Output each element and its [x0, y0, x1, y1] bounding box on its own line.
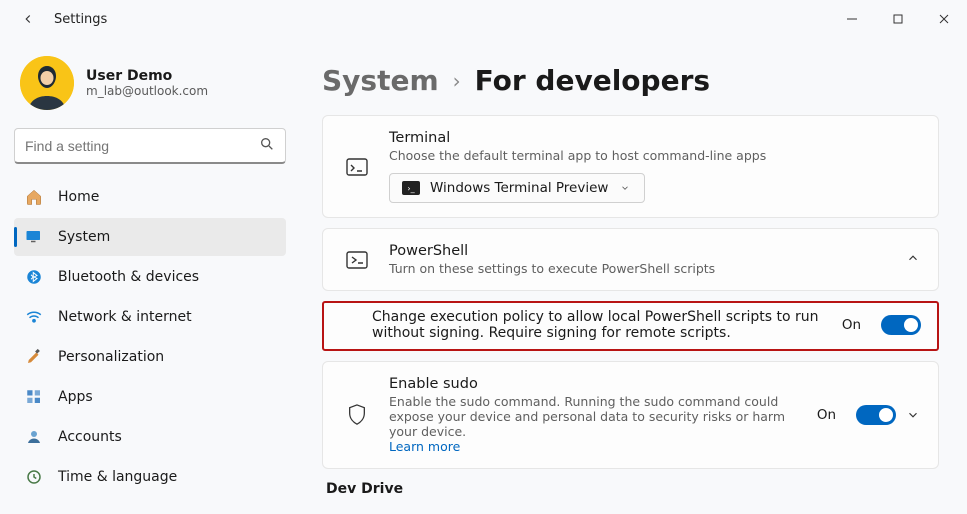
profile-email: m_lab@outlook.com: [86, 84, 208, 98]
home-icon: [24, 187, 44, 207]
nav-accounts[interactable]: Accounts: [14, 418, 286, 456]
sudo-toggle[interactable]: [856, 405, 896, 425]
powershell-title: PowerShell: [389, 243, 890, 259]
nav-label: Personalization: [58, 349, 164, 365]
nav-apps[interactable]: Apps: [14, 378, 286, 416]
terminal-selector[interactable]: ›_ Windows Terminal Preview: [389, 173, 645, 203]
close-button[interactable]: [921, 3, 967, 35]
execution-policy-row: Change execution policy to allow local P…: [322, 301, 939, 351]
titlebar: Settings: [0, 0, 967, 38]
dev-drive-heading: Dev Drive: [322, 481, 939, 497]
terminal-title: Terminal: [389, 130, 920, 146]
search-icon: [259, 136, 275, 156]
terminal-subtitle: Choose the default terminal app to host …: [389, 148, 920, 163]
bluetooth-icon: [24, 267, 44, 287]
nav-label: Home: [58, 189, 99, 205]
chevron-down-icon: [618, 183, 632, 193]
wifi-icon: [24, 307, 44, 327]
nav-system[interactable]: System: [14, 218, 286, 256]
breadcrumb-parent[interactable]: System: [322, 64, 439, 97]
system-icon: [24, 227, 44, 247]
page-title: For developers: [475, 64, 710, 97]
nav-network[interactable]: Network & internet: [14, 298, 286, 336]
powershell-card: PowerShell Turn on these settings to exe…: [322, 228, 939, 291]
terminal-selected: Windows Terminal Preview: [430, 180, 608, 196]
powershell-collapse[interactable]: [906, 251, 920, 268]
execution-policy-state: On: [842, 317, 861, 333]
accounts-icon: [24, 427, 44, 447]
sudo-learn-more-link[interactable]: Learn more: [389, 439, 460, 454]
execution-policy-toggle[interactable]: [881, 315, 921, 335]
powershell-icon: [341, 244, 373, 276]
nav-home[interactable]: Home: [14, 178, 286, 216]
shield-icon: [341, 399, 373, 431]
sudo-state: On: [817, 407, 836, 423]
nav-label: Network & internet: [58, 309, 192, 325]
sudo-card: Enable sudo Enable the sudo command. Run…: [322, 361, 939, 469]
nav-bluetooth[interactable]: Bluetooth & devices: [14, 258, 286, 296]
nav-label: Accounts: [58, 429, 122, 445]
minimize-button[interactable]: [829, 3, 875, 35]
nav-time-language[interactable]: Time & language: [14, 458, 286, 496]
execution-policy-text: Change execution policy to allow local P…: [372, 309, 824, 341]
nav-label: Time & language: [58, 469, 177, 485]
maximize-button[interactable]: [875, 3, 921, 35]
nav-personalization[interactable]: Personalization: [14, 338, 286, 376]
sudo-expand[interactable]: [906, 408, 920, 422]
search-box[interactable]: [14, 128, 286, 164]
chevron-right-icon: ›: [453, 69, 461, 93]
sidebar: User Demo m_lab@outlook.com Home: [0, 38, 300, 514]
powershell-subtitle: Turn on these settings to execute PowerS…: [389, 261, 890, 276]
nav-label: Bluetooth & devices: [58, 269, 199, 285]
terminal-card: Terminal Choose the default terminal app…: [322, 115, 939, 218]
breadcrumb: System › For developers: [322, 64, 939, 97]
sudo-title: Enable sudo: [389, 376, 801, 392]
nav-label: System: [58, 229, 110, 245]
sudo-subtitle: Enable the sudo command. Running the sud…: [389, 394, 801, 454]
nav-label: Apps: [58, 389, 93, 405]
profile-block[interactable]: User Demo m_lab@outlook.com: [14, 56, 286, 110]
brush-icon: [24, 347, 44, 367]
profile-name: User Demo: [86, 68, 208, 84]
window-title: Settings: [54, 12, 107, 27]
terminal-icon: [341, 151, 373, 183]
apps-icon: [24, 387, 44, 407]
clock-icon: [24, 467, 44, 487]
terminal-app-icon: ›_: [402, 181, 420, 195]
nav-list: Home System Bluetooth & devices: [14, 178, 286, 496]
main-panel: System › For developers Terminal Choose …: [300, 38, 967, 514]
search-input[interactable]: [25, 138, 259, 154]
back-button[interactable]: [14, 5, 42, 33]
avatar: [20, 56, 74, 110]
